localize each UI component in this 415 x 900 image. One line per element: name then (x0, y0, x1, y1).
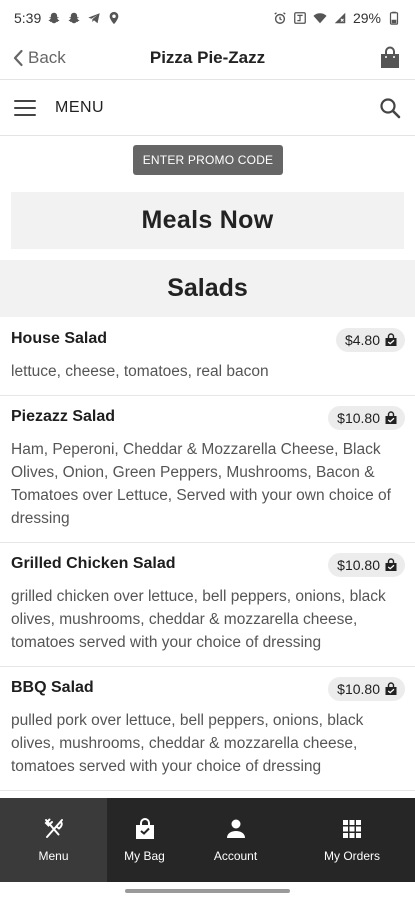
maps-pin-icon (109, 11, 119, 25)
nav-label: Account (213, 849, 258, 863)
back-label: Back (28, 48, 66, 67)
nav-account[interactable]: Account (182, 798, 289, 882)
enter-promo-code-button[interactable]: ENTER PROMO CODE (133, 145, 283, 175)
shopping-bag-icon (385, 558, 397, 571)
item-description: grilled chicken over lettuce, bell peppe… (11, 588, 386, 651)
item-description: Ham, Peperoni, Cheddar & Mozzarella Chee… (11, 441, 391, 527)
chevron-left-icon (13, 49, 23, 67)
add-to-bag-price-button[interactable]: $10.80 (328, 553, 405, 577)
item-price: $4.80 (344, 332, 380, 348)
nav-label: My Bag (124, 849, 165, 863)
add-to-bag-price-button[interactable]: $10.80 (328, 677, 405, 701)
gesture-area (0, 882, 415, 900)
menu-item-list: House Salad $4.80 lettuce, cheese, tomat… (0, 318, 415, 798)
signal-icon (334, 12, 346, 24)
back-button[interactable]: Back (12, 44, 66, 72)
menu-item-bbq-salad[interactable]: BBQ Salad $10.80 pulled pork over lettuc… (0, 667, 415, 791)
shopping-bag-icon (381, 46, 399, 68)
meals-now-banner[interactable]: Meals Now (11, 192, 404, 249)
status-bar: 5:39 29% (0, 0, 415, 36)
hamburger-menu-icon[interactable] (14, 97, 36, 119)
item-description: pulled pork over lettuce, bell peppers, … (11, 712, 364, 775)
fork-knife-icon (44, 818, 63, 838)
shopping-bag-icon (135, 818, 154, 839)
alarm-icon (274, 12, 286, 24)
add-to-bag-price-button[interactable]: $10.80 (328, 406, 405, 430)
snapchat-icon (68, 12, 80, 24)
item-description: lettuce, cheese, tomatoes, real bacon (11, 363, 269, 380)
nav-my-orders[interactable]: My Orders (289, 798, 415, 882)
menu-bar: MENU (0, 80, 415, 136)
search-icon[interactable] (377, 95, 403, 121)
menu-item-grilled-chicken-salad[interactable]: Grilled Chicken Salad $10.80 grilled chi… (0, 543, 415, 667)
wifi-icon (313, 13, 327, 24)
grid-icon (343, 820, 361, 838)
nav-menu[interactable]: Menu (0, 798, 107, 882)
title-bar: Back Pizza Pie-Zazz (0, 36, 415, 80)
snapchat-icon (48, 12, 60, 24)
add-to-bag-price-button[interactable]: $4.80 (335, 328, 405, 352)
person-icon (226, 819, 245, 838)
item-price: $10.80 (337, 410, 380, 426)
shopping-bag-icon (385, 411, 397, 424)
menu-item-piezazz-salad[interactable]: Piezazz Salad $10.80 Ham, Peperoni, Ched… (0, 396, 415, 543)
menu-item-house-salad[interactable]: House Salad $4.80 lettuce, cheese, tomat… (0, 318, 415, 396)
shopping-bag-icon (385, 333, 397, 346)
telegram-icon (88, 13, 100, 24)
battery-percent: 29% (352, 10, 381, 26)
menu-label[interactable]: MENU (55, 99, 104, 117)
section-header-salads: Salads (0, 260, 415, 317)
home-gesture-bar[interactable] (125, 889, 290, 893)
item-price: $10.80 (337, 681, 380, 697)
nav-label: My Orders (323, 849, 380, 863)
bottom-navigation: Menu My Bag Account My Orders (0, 798, 415, 882)
item-price: $10.80 (337, 557, 380, 573)
nav-label: Menu (38, 849, 69, 863)
status-time: 5:39 (14, 10, 42, 26)
shopping-bag-button[interactable] (377, 44, 403, 72)
nfc-icon (294, 12, 306, 24)
nav-my-bag[interactable]: My Bag (107, 798, 182, 882)
shopping-bag-icon (385, 682, 397, 695)
battery-icon (389, 11, 399, 25)
